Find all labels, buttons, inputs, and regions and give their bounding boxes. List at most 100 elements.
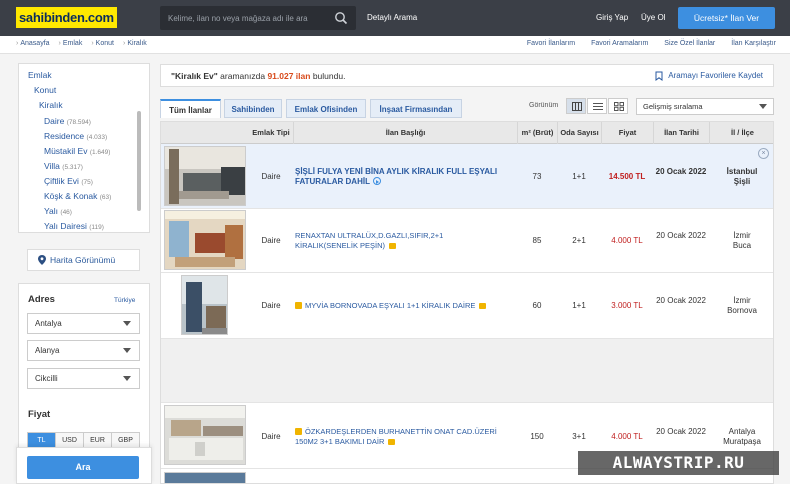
hammer-icon: [389, 243, 397, 249]
compare-ads-link[interactable]: İlan Karşılaştır: [731, 40, 776, 47]
tab-all-listings[interactable]: Tüm İlanlar: [160, 99, 221, 118]
country-link[interactable]: Türkiye: [114, 297, 135, 304]
listing-type: Daire: [261, 432, 281, 441]
detailed-search-link[interactable]: Detaylı Arama: [367, 13, 417, 22]
breadcrumb-item-home[interactable]: › Anasayfa: [16, 40, 50, 47]
listing-rooms: 2+1: [572, 236, 586, 245]
login-link[interactable]: Giriş Yap: [596, 13, 628, 22]
map-view-button[interactable]: Harita Görünümü: [27, 249, 140, 271]
table-row[interactable]: Daire RENAXTAN ULTRALÜX,D.GAZLI,SIFIR,2+…: [161, 209, 773, 273]
site-logo[interactable]: sahibinden.com: [16, 7, 117, 28]
listing-m2: 150: [530, 432, 544, 441]
listing-m2: 85: [532, 236, 542, 245]
listing-price: 14.500 TL: [608, 172, 646, 181]
listing-title[interactable]: RENAXTAN ULTRALÜX,D.GAZLI,SIFIR,2+1 KİRA…: [295, 231, 507, 251]
tab-from-agency[interactable]: Emlak Ofisinden: [286, 99, 366, 118]
category-item-daire[interactable]: Daire (78.594): [44, 116, 91, 126]
register-link[interactable]: Üye Ol: [641, 13, 665, 22]
bookmark-icon: [655, 71, 663, 81]
listing-photo-kitchen: [165, 406, 245, 464]
map-pin-icon: [38, 255, 46, 265]
table-header: Emlak Tipi İlan Başlığı m² (Brüt) Oda Sa…: [161, 122, 773, 144]
column-title[interactable]: İlan Başlığı: [293, 122, 517, 144]
city-select[interactable]: Antalya: [27, 313, 140, 334]
chevron-down-icon: [123, 321, 131, 326]
ad-placeholder-row: [161, 339, 773, 403]
listing-location: Antalya Muratpaşa: [723, 427, 761, 446]
neighborhood-select[interactable]: Cikcilli: [27, 368, 140, 389]
search-box[interactable]: [160, 6, 356, 30]
chevron-down-icon: [123, 348, 131, 353]
column-rooms[interactable]: Oda Sayısı: [557, 122, 601, 144]
category-item-villa[interactable]: Villa (5.317): [44, 161, 83, 171]
listing-photo-living-room: [165, 147, 245, 205]
column-date[interactable]: İlan Tarihi: [653, 122, 709, 144]
category-item-yali-dairesi[interactable]: Yalı Dairesi (119): [44, 221, 104, 232]
hammer-icon: [388, 439, 396, 445]
view-list-button[interactable]: [587, 98, 607, 114]
featured-star-icon: [295, 302, 302, 309]
save-search-link[interactable]: Aramayı Favorilere Kaydet: [654, 71, 763, 81]
category-item-mustakil-ev[interactable]: Müstakil Ev (1.649): [44, 146, 110, 156]
watermark-label: ALWAYSTRIP.RU: [578, 451, 779, 475]
category-item-yali[interactable]: Yalı (46): [44, 206, 72, 216]
results-summary-bar: "Kiralık Ev" aramanızda 91.027 ilan bulu…: [160, 64, 774, 87]
sort-select[interactable]: Gelişmiş sıralama: [636, 98, 774, 115]
favorite-searches-link[interactable]: Favori Aramalarım: [591, 40, 648, 47]
listing-rooms: 1+1: [572, 301, 586, 310]
map-view-label: Harita Görünümü: [50, 255, 116, 265]
tab-from-builder[interactable]: İnşaat Firmasından: [370, 99, 462, 118]
listing-location: İzmir Buca: [732, 231, 752, 250]
search-icon[interactable]: [334, 11, 348, 25]
breadcrumb-item-kiralik[interactable]: › Kiralık: [123, 40, 147, 47]
search-input[interactable]: [160, 6, 330, 30]
category-kiralik[interactable]: Kiralık: [39, 100, 63, 110]
listing-location: İstanbul Şişli: [726, 167, 758, 186]
listing-thumbnail[interactable]: [164, 472, 246, 483]
results-summary: "Kiralık Ev" aramanızda 91.027 ilan bulu…: [171, 71, 346, 81]
video-play-icon: [372, 177, 381, 185]
category-item-kosk-konak[interactable]: Köşk & Konak (63): [44, 191, 111, 201]
column-m2[interactable]: m² (Brüt): [517, 122, 557, 144]
close-icon[interactable]: ×: [758, 148, 769, 159]
listing-type: Daire: [261, 172, 281, 181]
category-item-residence[interactable]: Residence (4.033): [44, 131, 107, 141]
category-scrollbar[interactable]: [137, 111, 141, 211]
listing-m2: 73: [532, 172, 542, 181]
listing-title[interactable]: ŞİŞLİ FULYA YENİ BİNA AYLIK KİRALIK FULL…: [295, 167, 507, 187]
listing-thumbnail[interactable]: [164, 210, 246, 270]
listing-title[interactable]: MYVİA BORNOVADA EŞYALI 1+1 KİRALIK DAİRE: [295, 301, 507, 311]
listing-title[interactable]: ÖZKARDEŞLERDEN BURHANETTİN ONAT CAD.ÜZER…: [295, 427, 507, 447]
view-table-button[interactable]: [566, 98, 586, 114]
category-konut[interactable]: Konut: [34, 85, 56, 95]
listing-thumbnail[interactable]: [164, 146, 246, 206]
search-submit-button[interactable]: Ara: [27, 456, 139, 479]
chevron-down-icon: [759, 104, 767, 109]
post-ad-button[interactable]: Ücretsiz* İlan Ver: [678, 7, 775, 29]
column-location[interactable]: İl / İlçe: [709, 122, 773, 144]
listing-rooms: 3+1: [572, 432, 586, 441]
listings-table: Emlak Tipi İlan Başlığı m² (Brüt) Oda Sa…: [160, 121, 774, 484]
tab-from-owner[interactable]: Sahibinden: [224, 99, 282, 118]
column-price[interactable]: Fiyat: [601, 122, 653, 144]
view-grid-button[interactable]: [608, 98, 628, 114]
category-item-ciftlik-evi[interactable]: Çiftlik Evi (75): [44, 176, 93, 186]
listing-date: 20 Ocak 2022: [655, 167, 707, 176]
district-select[interactable]: Alanya: [27, 340, 140, 361]
special-ads-link[interactable]: Size Özel İlanlar: [664, 40, 715, 47]
listing-type: Daire: [261, 236, 281, 245]
chevron-down-icon: [123, 376, 131, 381]
column-property-type[interactable]: Emlak Tipi: [249, 122, 293, 144]
table-row[interactable]: Daire MYVİA BORNOVADA EŞYALI 1+1 KİRALIK…: [161, 273, 773, 339]
listing-thumbnail[interactable]: [164, 405, 246, 465]
table-row[interactable]: Daire ŞİŞLİ FULYA YENİ BİNA AYLIK KİRALI…: [161, 144, 773, 209]
top-header: sahibinden.com Detaylı Arama Giriş Yap Ü…: [0, 0, 790, 36]
listing-price: 3.000 TL: [611, 301, 643, 310]
listing-rooms: 1+1: [572, 172, 586, 181]
favorite-ads-link[interactable]: Favori İlanlarım: [527, 40, 575, 47]
listing-thumbnail[interactable]: [181, 275, 228, 335]
breadcrumb-item-konut[interactable]: › Konut: [91, 40, 114, 47]
breadcrumb-item-emlak[interactable]: › Emlak: [59, 40, 83, 47]
hammer-icon: [479, 303, 487, 309]
category-emlak[interactable]: Emlak: [28, 70, 52, 80]
